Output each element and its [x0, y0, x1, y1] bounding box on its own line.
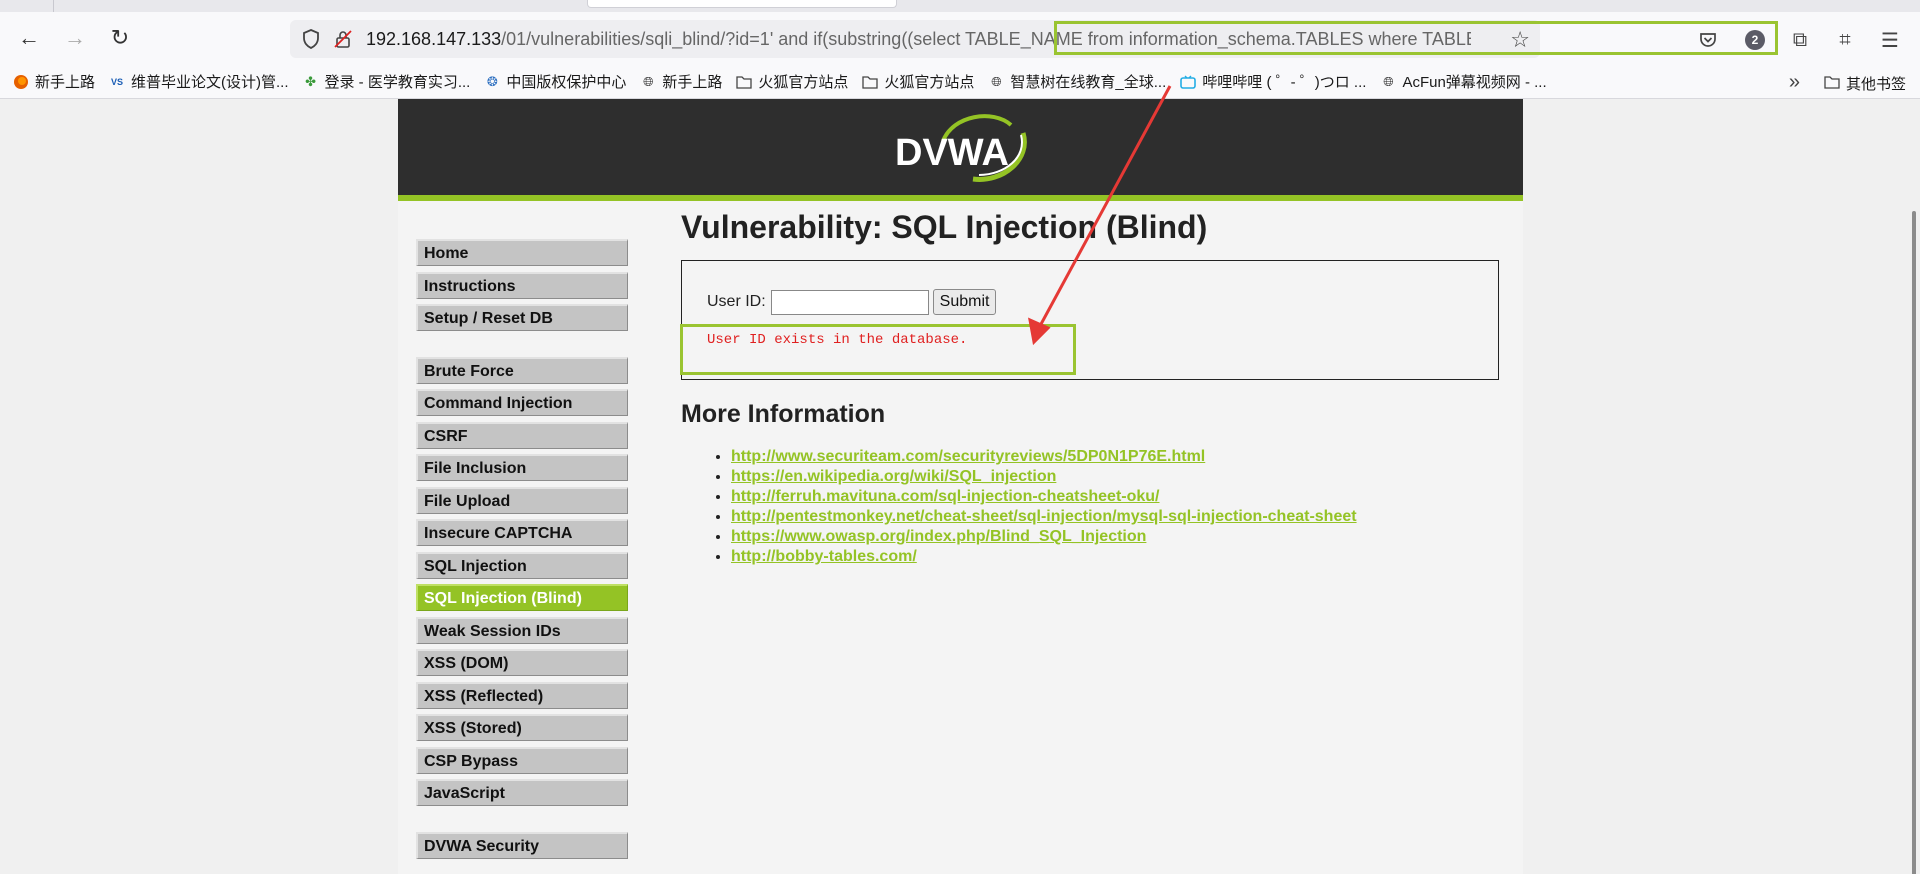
menu-item-xss-reflected[interactable]: XSS (Reflected) [416, 681, 628, 709]
vip-icon: VS [111, 76, 124, 87]
crop-icon: ⌗ [1839, 28, 1851, 51]
user-id-input[interactable] [770, 289, 929, 315]
url-host: 192.168.147.133 [366, 28, 502, 49]
menu-item-csrf[interactable]: CSRF [416, 421, 628, 449]
submit-button[interactable]: Submit [932, 289, 997, 315]
puzzle-icon: ⧉ [1792, 28, 1808, 51]
bookmark-item[interactable]: 火狐官方站点 [862, 71, 974, 92]
menu-item-brute-force[interactable]: Brute Force [416, 356, 628, 384]
url-highlight-box [1054, 21, 1778, 55]
dvwa-container: DVWA Home Instructions Setup / Reset DB Br… [398, 99, 1523, 874]
pocket-button[interactable] [1693, 25, 1723, 55]
list-item: http://ferruh.mavituna.com/sql-injection… [731, 487, 1501, 507]
arrow-right-icon: → [64, 25, 86, 50]
menu-item-setup-reset-db[interactable]: Setup / Reset DB [416, 304, 628, 331]
menu-item-csp-bypass[interactable]: CSP Bypass [416, 746, 628, 774]
pocket-icon [1700, 33, 1716, 47]
menu-item-dvwa-security[interactable]: DVWA Security [416, 831, 628, 859]
list-item: http://pentestmonkey.net/cheat-sheet/sql… [731, 507, 1501, 527]
menu-item-file-inclusion[interactable]: File Inclusion [416, 454, 628, 481]
vulnerable-code-area: User ID: Submit User ID exists in the da… [680, 260, 1499, 380]
star-icon[interactable]: ☆ [1510, 27, 1530, 53]
menu-item-xss-stored[interactable]: XSS (Stored) [416, 714, 628, 741]
folder-icon [862, 74, 879, 90]
other-bookmarks[interactable]: 其他书签 [1824, 73, 1906, 94]
brain-icon: ❂ [486, 73, 498, 89]
more-info-link[interactable]: http://www.securiteam.com/securityreview… [731, 448, 1205, 465]
reload-icon: ↻ [110, 25, 130, 50]
list-item: https://en.wikipedia.org/wiki/SQL_inject… [731, 467, 1501, 487]
dvwa-header: DVWA [398, 99, 1523, 201]
more-info-heading: More Information [681, 400, 886, 428]
globe-icon: 🌐︎ [1383, 73, 1394, 89]
bookmarks-bar: 新手上路 VS 维普毕业论文(设计)管... ✤ 登录 - 医学教育实习... ❂ 中… [0, 65, 1920, 99]
browser-toolbar: ← → ↻ 192.168.147.133/01/vulnerabilities… [0, 12, 1920, 65]
tv-icon [1180, 74, 1197, 90]
bookmark-item[interactable]: 哔哩哔哩 ( ゜- ゜)つロ ... [1180, 71, 1366, 92]
tab-strip [0, 0, 1920, 12]
crop-button[interactable]: ⌗ [1830, 25, 1860, 55]
bookmark-item[interactable]: 新手上路 [13, 71, 95, 92]
page-title: Vulnerability: SQL Injection (Blind) [681, 209, 1208, 245]
hamburger-icon: ☰ [1881, 29, 1899, 52]
insecure-lock-icon[interactable] [332, 28, 354, 50]
more-info-link[interactable]: http://pentestmonkey.net/cheat-sheet/sql… [731, 508, 1357, 525]
notifications-button[interactable]: 2 [1740, 25, 1770, 55]
list-item: http://bobby-tables.com/ [731, 547, 1501, 567]
extensions-button[interactable]: ⧉ [1785, 25, 1815, 55]
notification-badge: 2 [1745, 30, 1765, 50]
dvwa-logo: DVWA [895, 114, 1027, 182]
user-id-label: User ID: [707, 293, 766, 310]
menu-item-weak-session-ids[interactable]: Weak Session IDs [416, 616, 628, 644]
main-content: Vulnerability: SQL Injection (Blind) Use… [680, 209, 1501, 567]
more-info-link[interactable]: http://ferruh.mavituna.com/sql-injection… [731, 488, 1160, 505]
folder-icon [1824, 75, 1840, 93]
back-button[interactable]: ← [12, 21, 46, 55]
menu-item-file-upload[interactable]: File Upload [416, 486, 628, 514]
menu-item-instructions[interactable]: Instructions [416, 271, 628, 299]
menu-item-command-injection[interactable]: Command Injection [416, 389, 628, 416]
scrollbar[interactable] [1912, 211, 1916, 874]
forward-button[interactable]: → [58, 21, 92, 55]
menu-item-xss-dom[interactable]: XSS (DOM) [416, 649, 628, 676]
bookmark-item[interactable]: 🌐︎ AcFun弹幕视频网 - ... [1380, 71, 1546, 92]
bookmark-item[interactable]: 🌐︎ 智慧树在线教育_全球... [988, 71, 1166, 92]
svg-text:DVWA: DVWA [895, 132, 1009, 174]
more-info-links: http://www.securiteam.com/securityreview… [731, 447, 1501, 567]
chevron-double-right-icon[interactable]: » [1789, 71, 1800, 94]
tab-separator [53, 0, 54, 12]
menu-button[interactable]: ☰ [1875, 25, 1905, 55]
result-highlight-box [680, 324, 1076, 375]
bookmark-item[interactable]: ❂ 中国版权保护中心 [484, 71, 626, 92]
bookmark-item[interactable]: 🌐︎ 新手上路 [640, 71, 722, 92]
menu-item-sql-injection[interactable]: SQL Injection [416, 551, 628, 579]
active-tab[interactable] [587, 0, 897, 8]
address-bar[interactable]: 192.168.147.133/01/vulnerabilities/sqli_… [290, 20, 1778, 58]
menu-item-home[interactable]: Home [416, 239, 628, 266]
more-info-link[interactable]: https://www.owasp.org/index.php/Blind_SQ… [731, 528, 1146, 545]
menu-item-javascript[interactable]: JavaScript [416, 779, 628, 806]
reload-button[interactable]: ↻ [103, 21, 137, 55]
more-info-link[interactable]: http://bobby-tables.com/ [731, 548, 917, 565]
dvwa-menu: Home Instructions Setup / Reset DB Brute F… [416, 239, 628, 864]
page-viewport: DVWA Home Instructions Setup / Reset DB Br… [0, 99, 1920, 874]
globe-icon: 🌐︎ [991, 73, 1002, 89]
arrow-left-icon: ← [18, 25, 40, 50]
list-item: https://www.owasp.org/index.php/Blind_SQ… [731, 527, 1501, 547]
shield-icon[interactable] [300, 28, 322, 50]
menu-item-insecure-captcha[interactable]: Insecure CAPTCHA [416, 519, 628, 546]
firefox-icon [13, 74, 29, 90]
bookmark-item[interactable]: VS 维普毕业论文(设计)管... [109, 71, 289, 92]
globe-icon: 🌐︎ [643, 73, 654, 89]
leaf-icon: ✤ [305, 73, 316, 89]
bookmark-item[interactable]: 火狐官方站点 [736, 71, 848, 92]
folder-icon [736, 74, 753, 90]
menu-item-sql-injection-blind[interactable]: SQL Injection (Blind) [416, 584, 628, 611]
more-info-link[interactable]: https://en.wikipedia.org/wiki/SQL_inject… [731, 468, 1056, 485]
bookmark-item[interactable]: ✤ 登录 - 医学教育实习... [303, 71, 470, 92]
user-id-form: User ID: Submit [707, 289, 997, 315]
list-item: http://www.securiteam.com/securityreview… [731, 447, 1501, 467]
